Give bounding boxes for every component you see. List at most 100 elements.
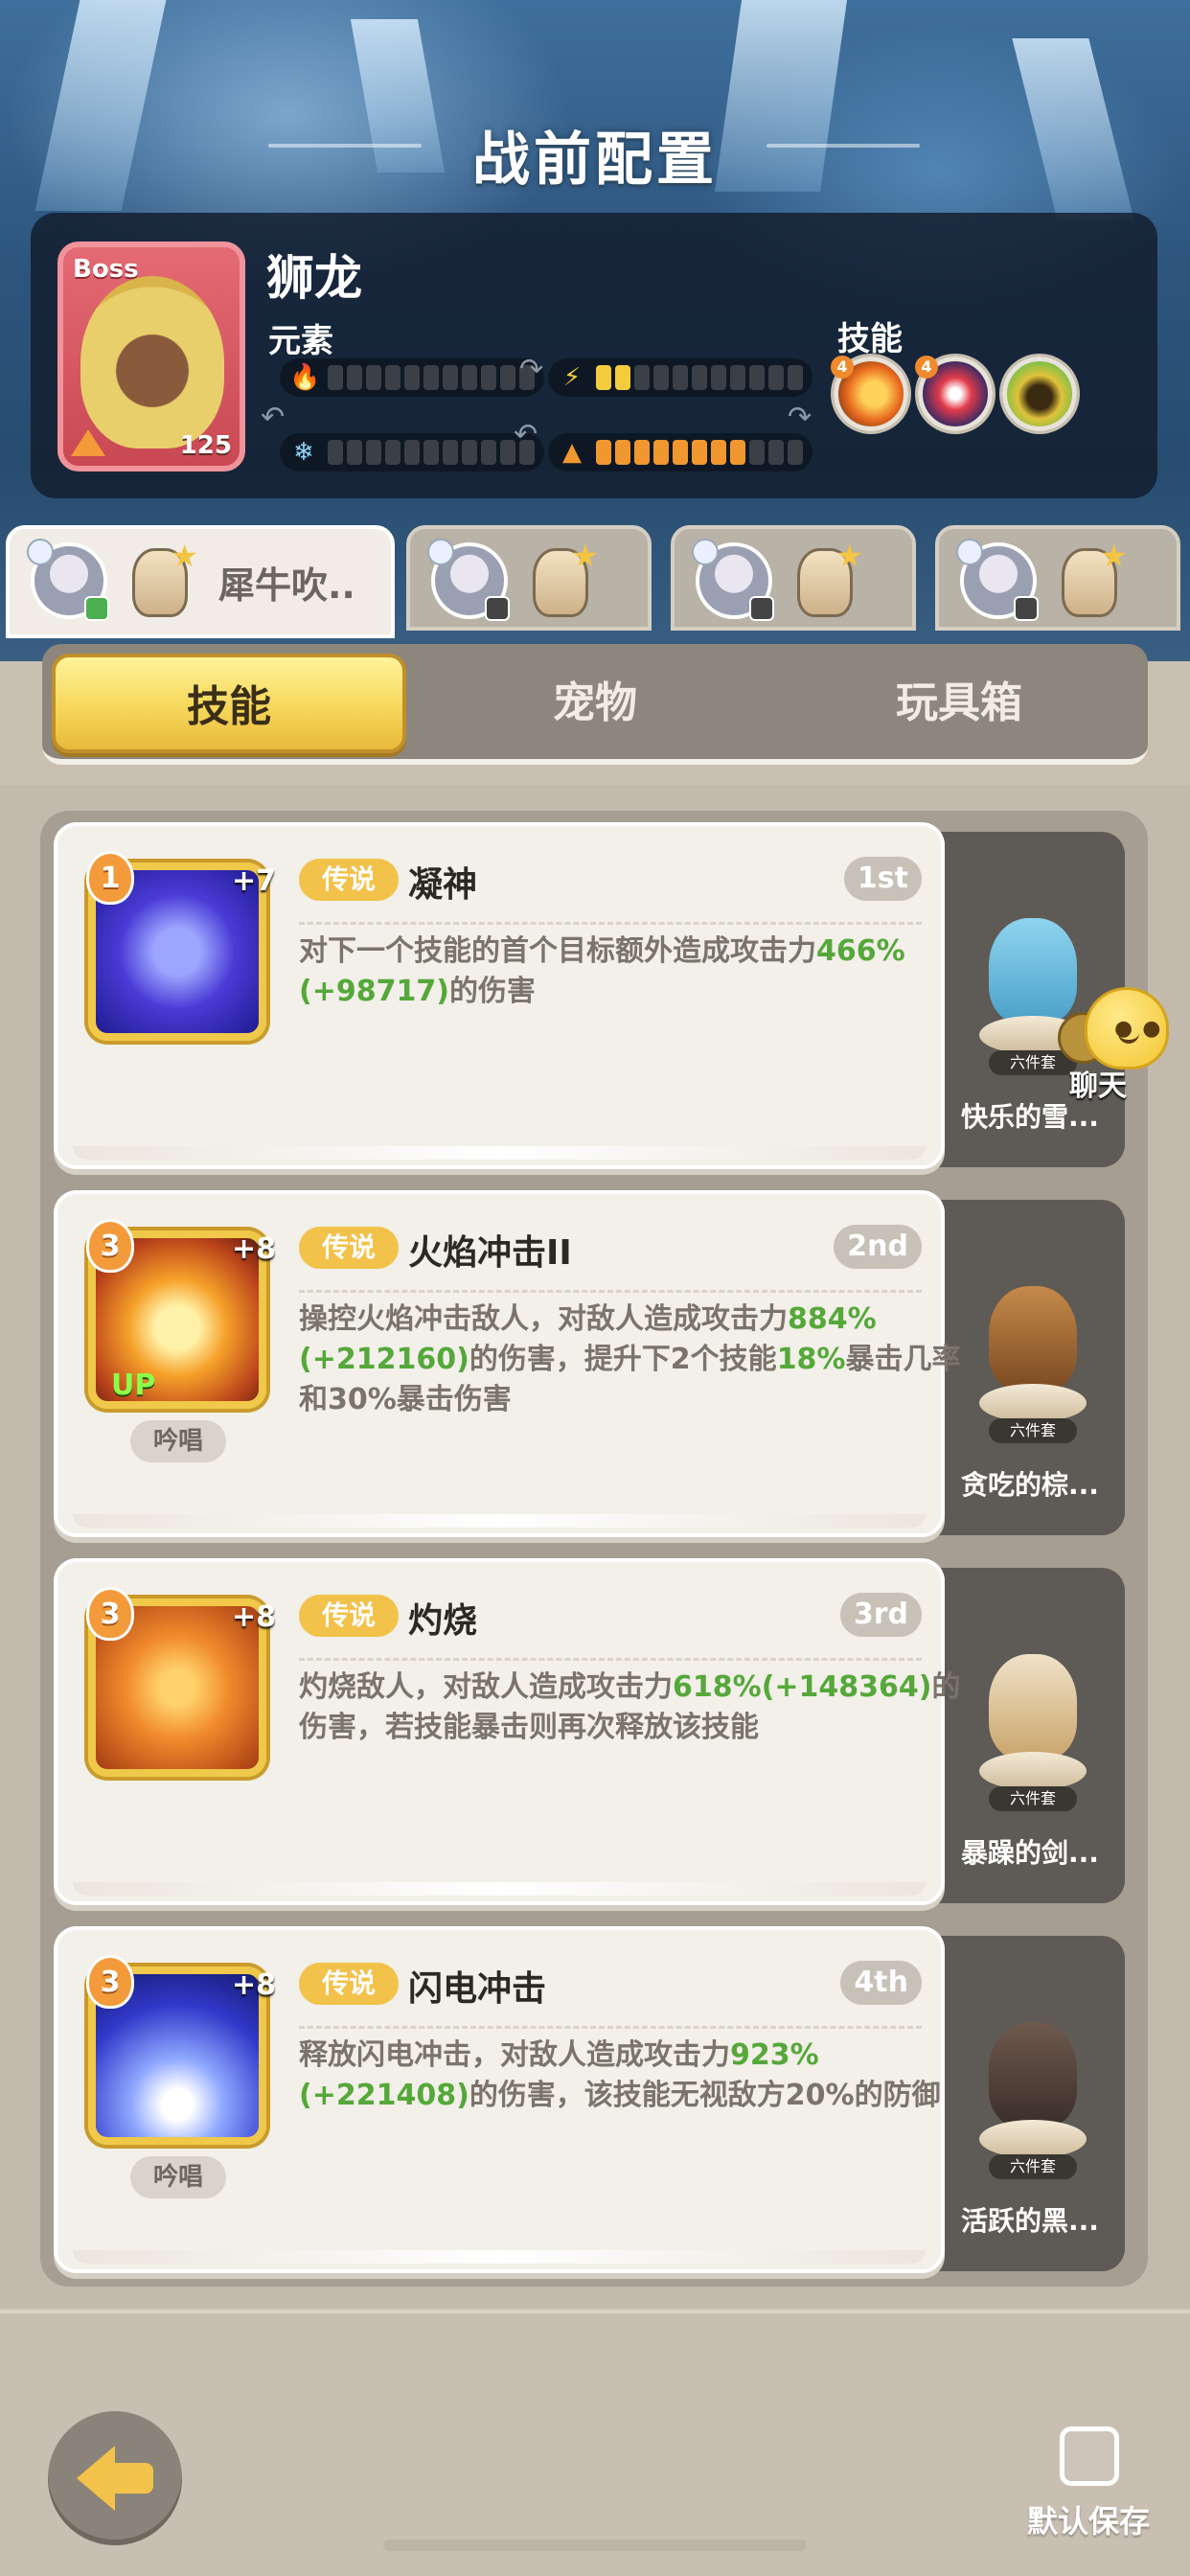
divider [299, 2026, 922, 2029]
skill-description: 释放闪电冲击，对敌人造成攻击力923%(+221408)的伤害，该技能无视敌方2… [299, 2038, 941, 2112]
ice-element-meter: ❄ [280, 433, 544, 472]
set-tag: 六件套 [989, 1418, 1077, 1443]
meter-segment [385, 365, 400, 390]
boss-skill-fire-orb[interactable]: 4 [831, 356, 908, 431]
element-label: 元素 [268, 322, 333, 360]
lightning-icon: ⚡ [562, 363, 582, 392]
meter-segment [634, 440, 650, 465]
meter-segment [634, 365, 650, 390]
meter-segment [462, 365, 477, 390]
lock-icon [1014, 596, 1039, 621]
skill-level-badge: 3 [86, 1219, 134, 1273]
hero-tab-1[interactable]: ★ 犀牛吹.. [6, 525, 395, 638]
hero-tab-3[interactable]: ★ [671, 525, 916, 631]
hero-tab-4[interactable]: ★ [935, 525, 1180, 631]
meter-segment [404, 365, 420, 390]
skill-row: 六件套 贪吃的棕... 3 +8 UP 吟唱 传说 火焰冲击II 2nd 操控火… [54, 1190, 1131, 1537]
meter-segment [711, 440, 726, 465]
skill-plus-level: +8 [232, 1232, 277, 1266]
boss-skill-green-orb[interactable] [1002, 356, 1077, 431]
pointing-hand-icon: ★ [1062, 538, 1128, 617]
meter-segment [768, 365, 784, 390]
meter-segment [788, 365, 803, 390]
set-tag: 六件套 [989, 1786, 1077, 1811]
meter-segment [366, 440, 381, 465]
boss-portrait-card[interactable]: Boss 125 [57, 242, 245, 472]
meter-segment [653, 440, 669, 465]
back-arrow-icon [77, 2446, 115, 2511]
earth-element-icon [71, 429, 105, 456]
tab-toybox[interactable]: 玩具箱 [782, 654, 1136, 753]
element-badge-icon [427, 539, 454, 565]
meter-segment [366, 365, 381, 390]
divider [299, 922, 922, 925]
meter-segment [423, 440, 439, 465]
boss-level: 125 [179, 431, 232, 460]
skill-card[interactable]: 1 +7 传说 凝神 1st 对下一个技能的首个目标额外造成攻击力466%(+9… [54, 822, 945, 1169]
tab-pets[interactable]: 宠物 [418, 654, 772, 753]
element-badge-icon [956, 539, 983, 565]
tab-skills[interactable]: 技能 [52, 654, 406, 753]
hero-tab-2[interactable]: ★ [406, 525, 652, 631]
skill-name: 灼烧 [408, 1601, 478, 1641]
meter-segment [730, 365, 745, 390]
skill-order-badge: 3rd [839, 1593, 922, 1637]
fire-icon: 🔥 [289, 363, 321, 392]
skill-level-badge: 4 [831, 356, 854, 379]
boss-info-panel: Boss 125 狮龙 元素 技能 🔥 ⚡ ❄ ▲ ↷ ↶ ↶ ↷ 4 4 [31, 213, 1157, 498]
meter-segment [673, 365, 688, 390]
skill-plus-level: +7 [232, 864, 277, 898]
meter-segment [481, 365, 496, 390]
meter-segment [385, 440, 400, 465]
skill-card[interactable]: 3 +8 UP 吟唱 传说 火焰冲击II 2nd 操控火焰冲击敌人，对敌人造成攻… [54, 1190, 961, 1537]
skill-name: 凝神 [408, 865, 478, 905]
pet-figure [979, 2012, 1087, 2158]
footer-bar [0, 2310, 1190, 2576]
skill-level-badge: 3 [86, 1587, 134, 1641]
boss-skill-red-bird-orb[interactable]: 4 [915, 356, 993, 431]
boss-name: 狮龙 [266, 250, 362, 306]
page-title: 战前配置 [472, 126, 718, 194]
meter-segment [328, 365, 343, 390]
hero-avatar [27, 539, 109, 621]
chat-label: 聊天 [1069, 1070, 1127, 1103]
skill-description: 对下一个技能的首个目标额外造成攻击力466%(+98717)的伤害 [299, 934, 905, 1008]
meter-segment [596, 365, 611, 390]
pointing-hand-icon: ★ [533, 538, 599, 617]
skill-card[interactable]: 3 +8 吟唱 传说 闪电冲击 4th 释放闪电冲击，对敌人造成攻击力923%(… [54, 1926, 945, 2273]
cycle-arrow-icon: ↷ [788, 401, 812, 434]
lightning-element-meter: ⚡ [548, 358, 812, 397]
skill-row: 六件套 暴躁的剑... 3 +8 传说 灼烧 3rd 灼烧敌人，对敌人造成攻击力… [54, 1558, 1131, 1905]
skill-label: 技能 [837, 320, 903, 358]
skill-card[interactable]: 3 +8 传说 灼烧 3rd 灼烧敌人，对敌人造成攻击力618%(+148364… [54, 1558, 961, 1905]
meter-segment [347, 440, 362, 465]
skill-name: 火焰冲击II [408, 1233, 572, 1273]
skill-order-badge: 4th [840, 1961, 922, 2005]
hero-name: 犀牛吹.. [218, 564, 355, 607]
selected-check-icon [84, 596, 109, 621]
rarity-badge: 传说 [299, 1227, 399, 1269]
rarity-badge: 传说 [299, 1963, 399, 2005]
hero-avatar [956, 539, 1039, 621]
skill-plus-level: +8 [232, 1600, 277, 1634]
default-save-checkbox[interactable] [1060, 2426, 1119, 2486]
meter-segment [443, 365, 458, 390]
skill-level-badge: 4 [915, 356, 938, 379]
fire-element-meter: 🔥 [280, 358, 544, 397]
meter-segment [423, 365, 439, 390]
chat-button[interactable]: ●● 聊天 [1058, 987, 1173, 1103]
pointing-hand-icon: ★ [797, 538, 863, 617]
lock-icon [485, 596, 510, 621]
pet-name: 活跃的黑... [961, 2205, 1099, 2237]
lock-icon [749, 596, 774, 621]
home-indicator [383, 2540, 807, 2551]
skill-description: 灼烧敌人，对敌人造成攻击力618%(+148364)的伤害，若技能暴击则再次释放… [299, 1670, 961, 1744]
pet-figure [979, 1276, 1087, 1422]
element-badge-icon [27, 539, 54, 565]
meter-segment [500, 365, 515, 390]
meter-segment [462, 440, 477, 465]
meter-segment [328, 440, 343, 465]
skill-order-badge: 1st [843, 857, 922, 901]
back-button[interactable] [48, 2411, 182, 2545]
meter-segment [673, 440, 688, 465]
